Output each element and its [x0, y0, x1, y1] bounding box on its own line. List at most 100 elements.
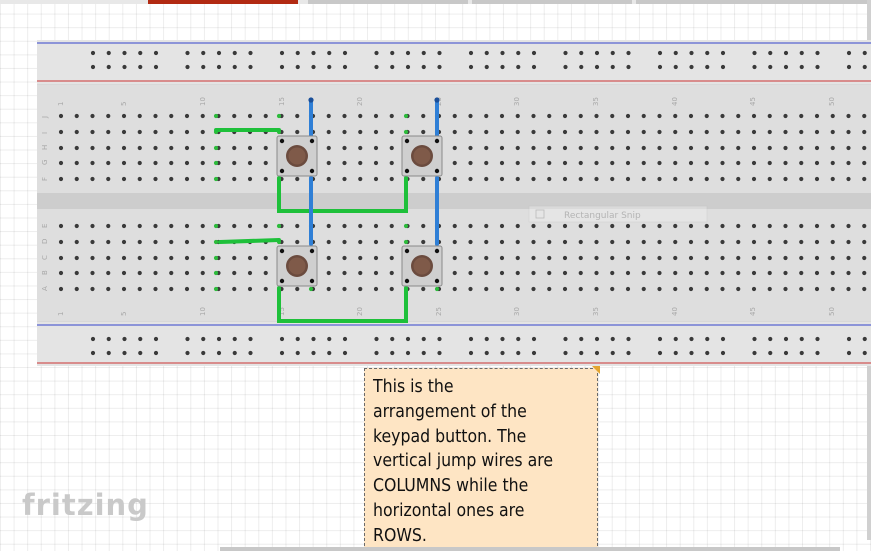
breadboard-hole — [688, 286, 694, 292]
breadboard-hole — [247, 255, 253, 261]
horizontal-scrollbar[interactable] — [220, 547, 840, 551]
breadboard-hole — [531, 145, 536, 151]
breadboard-hole — [263, 255, 268, 261]
breadboard-hole — [499, 145, 505, 151]
breadboard-hole — [799, 160, 804, 166]
rail-hole — [500, 50, 505, 56]
breadboard-hole — [625, 270, 631, 276]
rail-hole — [720, 336, 726, 342]
rail-hole — [295, 50, 300, 56]
breadboard-hole — [531, 270, 536, 276]
pushbutton[interactable] — [276, 245, 318, 287]
rail-hole — [752, 64, 757, 70]
breadboard-hole — [200, 129, 205, 135]
breadboard-hole — [704, 113, 709, 119]
rail-hole — [248, 336, 253, 342]
breadboard-hole — [594, 286, 599, 292]
rail-hole — [232, 336, 237, 342]
breadboard-hole — [74, 113, 79, 119]
breadboard-hole — [358, 113, 363, 119]
breadboard-hole — [326, 223, 331, 229]
breadboard-hole — [153, 113, 158, 119]
breadboard-hole — [673, 160, 678, 166]
breadboard[interactable]: 1 5 10 15 20 25 30 35 40 45 50 1 5 10 15… — [37, 40, 871, 366]
breadboard-hole — [373, 286, 379, 292]
breadboard-hole — [862, 223, 867, 229]
rail-hole — [295, 336, 300, 342]
breadboard-hole — [263, 223, 268, 229]
rail-hole — [673, 336, 678, 342]
breadboard-hole — [468, 270, 473, 276]
column-number: 40 — [671, 97, 679, 106]
breadboard-hole — [106, 270, 111, 276]
rail-hole — [579, 350, 584, 356]
breadboard-hole — [137, 239, 142, 245]
breadboard-hole — [641, 113, 646, 119]
pushbutton[interactable] — [401, 135, 443, 177]
breadboard-hole — [184, 255, 190, 261]
breadboard-hole — [247, 223, 253, 229]
breadboard-hole — [484, 255, 489, 261]
pushbutton[interactable] — [276, 135, 318, 177]
breadboard-hole — [610, 255, 615, 261]
breadboard-hole — [358, 286, 363, 292]
rail-hole — [516, 336, 521, 342]
rail-hole — [783, 64, 789, 70]
note-resize-handle[interactable] — [592, 366, 600, 374]
breadboard-hole — [862, 129, 867, 135]
breadboard-hole — [342, 176, 347, 182]
connected-hole — [213, 160, 219, 166]
rail-hole — [657, 64, 663, 70]
tab-2[interactable] — [308, 0, 468, 4]
rail-hole — [626, 64, 631, 70]
breadboard-hole — [58, 255, 64, 261]
rail-hole — [374, 50, 379, 56]
rail-hole — [768, 350, 773, 356]
rail-hole — [862, 64, 867, 70]
breadboard-hole — [389, 176, 394, 182]
breadboard-hole — [137, 160, 142, 166]
breadboard-hole — [200, 270, 205, 276]
breadboard-hole — [814, 113, 820, 119]
tab-3[interactable] — [472, 0, 632, 4]
rail-hole — [846, 50, 852, 56]
breadboard-hole — [389, 223, 394, 229]
breadboard-hole — [594, 113, 599, 119]
column-number: 5 — [120, 102, 128, 106]
rail-hole — [610, 350, 615, 356]
breadboard-hole — [106, 223, 111, 229]
breadboard-hole — [641, 160, 646, 166]
breadboard-hole — [783, 176, 788, 182]
note-text[interactable]: This is the arrangement of the keypad bu… — [373, 375, 593, 549]
breadboard-hole — [342, 239, 347, 245]
tab-active-indicator[interactable] — [148, 0, 298, 4]
rail-hole — [768, 64, 773, 70]
pushbutton[interactable] — [401, 245, 443, 287]
rail-hole — [531, 336, 537, 342]
breadboard-hole — [641, 145, 646, 151]
breadboard-hole — [751, 160, 757, 166]
breadboard-hole — [531, 176, 536, 182]
column-number: 45 — [749, 97, 757, 106]
breadboard-hole — [720, 113, 725, 119]
rail-hole — [752, 336, 757, 342]
pushbutton-pin — [404, 248, 410, 254]
column-number: 50 — [828, 307, 836, 316]
breadboard-hole — [846, 129, 851, 135]
pushbutton-pin — [434, 248, 440, 254]
breadboard-hole — [200, 255, 205, 261]
breadboard-hole — [688, 129, 694, 135]
row-wire-bottom-input[interactable] — [218, 238, 281, 244]
breadboard-hole — [594, 223, 599, 229]
tab-4[interactable] — [636, 0, 871, 4]
note-box[interactable]: This is the arrangement of the keypad bu… — [364, 366, 600, 551]
breadboard-hole — [751, 239, 757, 245]
breadboard-hole — [200, 113, 205, 119]
connected-hole — [434, 286, 440, 292]
breadboard-hole — [688, 176, 694, 182]
breadboard-hole — [263, 113, 268, 119]
rail-hole — [106, 64, 111, 70]
rail-hole — [563, 50, 568, 56]
breadboard-hole — [673, 255, 678, 261]
breadboard-hole — [610, 160, 615, 166]
